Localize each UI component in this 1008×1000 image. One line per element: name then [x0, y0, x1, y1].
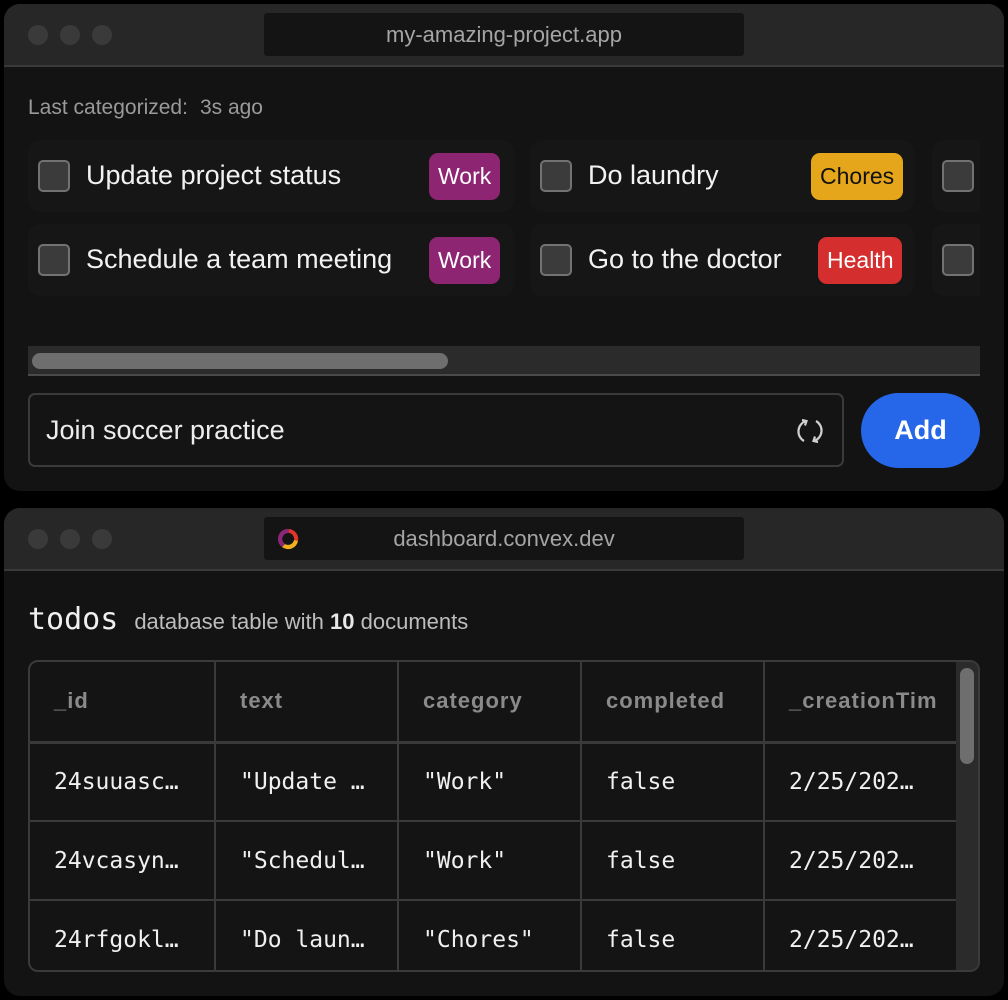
close-window-button[interactable] [28, 25, 48, 45]
cell-creation-time[interactable]: 2/25/202… [764, 900, 965, 970]
new-todo-input-box[interactable] [28, 393, 844, 467]
todo-checkbox[interactable] [540, 244, 572, 276]
last-categorized-label: Last categorized: [28, 96, 188, 119]
title-bar: my-amazing-project.app [4, 4, 1004, 67]
url-bar[interactable]: my-amazing-project.app [264, 13, 744, 56]
cell-id[interactable]: 24suuasc… [30, 742, 216, 822]
last-categorized-value: 3s ago [199, 96, 263, 119]
cell-id[interactable]: 24vcasyn… [30, 821, 216, 901]
todo-text: Schedule a team meeting [86, 244, 393, 274]
todo-item [932, 140, 980, 212]
cell-text[interactable]: "Do laun… [215, 900, 399, 970]
table-name: todos [28, 602, 119, 637]
cell-creation-time[interactable]: 2/25/202… [764, 821, 965, 901]
url-bar[interactable]: dashboard.convex.dev [264, 517, 744, 560]
table-header-row: _id text category completed _creationTim [30, 662, 965, 744]
column-header-creation-time[interactable]: _creationTim [764, 662, 965, 744]
data-table: _id text category completed _creationTim… [28, 660, 980, 972]
todo-grid: Update project status Work Do laundry Ch… [28, 138, 980, 348]
todo-text: Go to the doctor [588, 244, 782, 274]
url-text: dashboard.convex.dev [393, 525, 615, 551]
cell-text[interactable]: "Update … [215, 742, 399, 822]
column-header-completed[interactable]: completed [581, 662, 765, 744]
scrollbar-thumb[interactable] [32, 353, 448, 369]
todo-item: Update project status Work [28, 140, 514, 212]
dashboard-window: dashboard.convex.dev todos database tabl… [4, 508, 1004, 996]
todo-text: Update project status [86, 160, 342, 190]
cell-completed[interactable]: false [581, 742, 765, 822]
url-text: my-amazing-project.app [386, 21, 622, 47]
vertical-scrollbar[interactable] [956, 662, 978, 970]
maximize-window-button[interactable] [92, 529, 112, 549]
new-todo-input[interactable] [46, 414, 766, 446]
todo-text: Do laundry [588, 160, 719, 190]
description-prefix: database table with [134, 609, 324, 634]
todo-checkbox[interactable] [38, 160, 70, 192]
cell-completed[interactable]: false [581, 900, 765, 970]
table-header: todos database table with 10 documents [28, 602, 468, 637]
todo-item: Schedule a team meeting Work [28, 224, 514, 296]
todo-checkbox[interactable] [38, 244, 70, 276]
refresh-icon[interactable] [794, 415, 826, 447]
todo-checkbox[interactable] [942, 160, 974, 192]
maximize-window-button[interactable] [92, 25, 112, 45]
scrollbar-thumb[interactable] [960, 668, 974, 764]
todo-checkbox[interactable] [540, 160, 572, 192]
column-header-id[interactable]: _id [30, 662, 216, 744]
minimize-window-button[interactable] [60, 529, 80, 549]
table-description: database table with 10 documents [134, 609, 468, 635]
column-header-text[interactable]: text [215, 662, 399, 744]
minimize-window-button[interactable] [60, 25, 80, 45]
app-window: my-amazing-project.app Last categorized:… [4, 4, 1004, 491]
add-button[interactable]: Add [861, 393, 980, 468]
document-count: 10 [330, 609, 355, 634]
title-bar: dashboard.convex.dev [4, 508, 1004, 571]
horizontal-scrollbar[interactable] [28, 346, 980, 376]
cell-creation-time[interactable]: 2/25/202… [764, 742, 965, 822]
todo-checkbox[interactable] [942, 244, 974, 276]
column-header-category[interactable]: category [398, 662, 582, 744]
cell-category[interactable]: "Work" [398, 821, 582, 901]
window-controls [28, 25, 112, 45]
table-row[interactable]: 24rfgokl… "Do laun… "Chores" false 2/25/… [30, 900, 965, 970]
cell-completed[interactable]: false [581, 821, 765, 901]
last-categorized-status: Last categorized: 3s ago [28, 96, 263, 120]
todo-item: Do laundry Chores [530, 140, 914, 212]
table-row[interactable]: 24suuasc… "Update … "Work" false 2/25/20… [30, 742, 965, 822]
cell-category[interactable]: "Work" [398, 742, 582, 822]
todo-item [932, 224, 980, 296]
window-controls [28, 529, 112, 549]
close-window-button[interactable] [28, 529, 48, 549]
convex-logo-icon [277, 528, 299, 550]
cell-id[interactable]: 24rfgokl… [30, 900, 216, 970]
category-badge: Work [429, 237, 501, 284]
category-badge: Health [818, 237, 903, 284]
description-suffix: documents [360, 609, 469, 634]
category-badge: Work [429, 153, 501, 200]
cell-category[interactable]: "Chores" [398, 900, 582, 970]
todo-item: Go to the doctor Health [530, 224, 914, 296]
table-row[interactable]: 24vcasyn… "Schedul… "Work" false 2/25/20… [30, 821, 965, 901]
category-badge: Chores [811, 153, 904, 200]
cell-text[interactable]: "Schedul… [215, 821, 399, 901]
